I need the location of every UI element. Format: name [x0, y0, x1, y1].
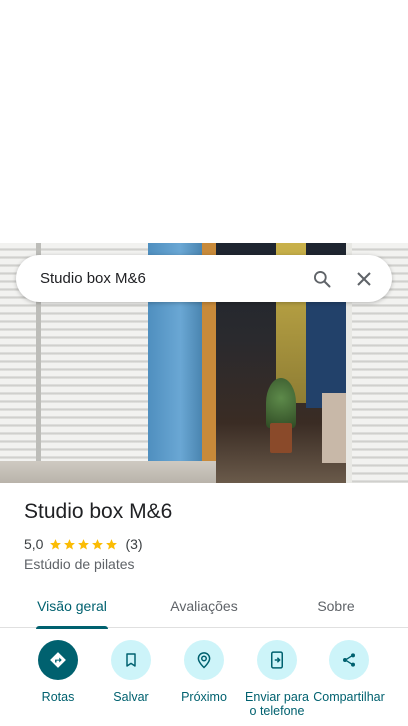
star-icon [50, 538, 62, 549]
search-icon[interactable] [310, 267, 334, 291]
action-label: Próximo [181, 690, 227, 704]
close-icon[interactable] [352, 267, 376, 291]
tab-label: Sobre [317, 598, 355, 614]
star-icon [78, 538, 90, 549]
rating-row[interactable]: 5,0 (3) [24, 536, 143, 552]
map-placeholder-area [0, 0, 408, 243]
tab-overview[interactable]: Visão geral [0, 584, 144, 629]
action-bar: Rotas Salvar Próximo Enviar para o telef… [0, 640, 408, 726]
review-count[interactable]: (3) [125, 536, 142, 552]
active-tab-indicator [36, 626, 108, 629]
tab-label: Avaliações [170, 598, 238, 614]
floor [0, 461, 216, 483]
search-input[interactable]: Studio box M&6 [40, 270, 310, 287]
star-icon [64, 538, 76, 549]
star-icon [92, 538, 104, 549]
send-to-phone-icon [257, 640, 297, 680]
nearby-icon [184, 640, 224, 680]
star-rating [49, 538, 119, 551]
search-bar[interactable]: Studio box M&6 [16, 255, 392, 302]
star-icon [106, 538, 118, 549]
tab-about[interactable]: Sobre [264, 584, 408, 628]
place-category[interactable]: Estúdio de pilates [24, 556, 135, 572]
action-label: Rotas [41, 690, 75, 704]
place-title: Studio box M&6 [24, 500, 173, 523]
plant [266, 378, 296, 428]
action-label: Enviar para o telefone [245, 690, 309, 718]
directions-button[interactable]: Rotas [21, 640, 95, 704]
action-label: Salvar [113, 690, 149, 704]
plant-pot [270, 423, 292, 453]
share-icon [329, 640, 369, 680]
tab-label: Visão geral [37, 598, 107, 614]
send-to-phone-button[interactable]: Enviar para o telefone [240, 640, 314, 718]
rating-value: 5,0 [24, 536, 44, 552]
place-tabs: Visão geral Avaliações Sobre [0, 584, 408, 629]
action-label: Compartilhar [313, 690, 385, 704]
share-button[interactable]: Compartilhar [312, 640, 386, 704]
blue-panel [306, 298, 346, 408]
save-button[interactable]: Salvar [94, 640, 168, 704]
bookmark-icon [111, 640, 151, 680]
tab-reviews[interactable]: Avaliações [144, 584, 264, 628]
nearby-button[interactable]: Próximo [167, 640, 241, 704]
directions-icon [38, 640, 78, 680]
